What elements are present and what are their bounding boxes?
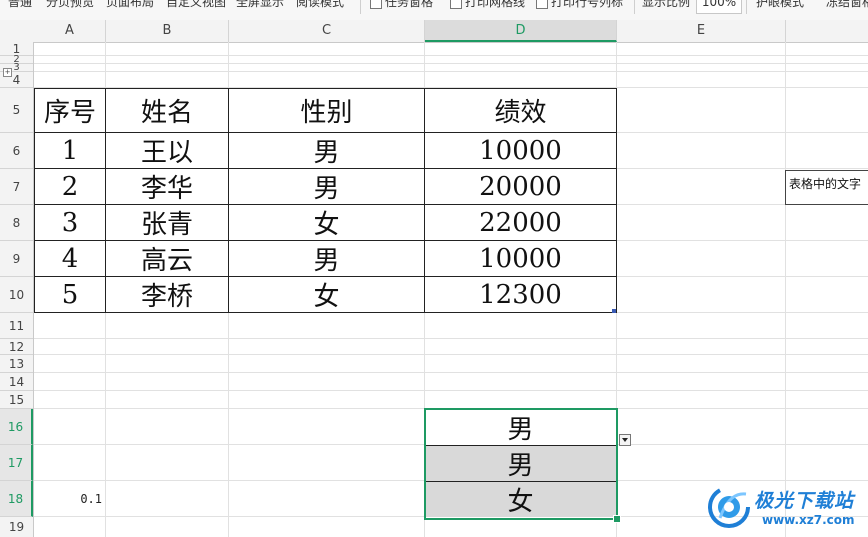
print-gridlines-label: 打印网格线 <box>465 0 526 9</box>
column-header-a[interactable]: A <box>34 20 106 42</box>
row-header-bar: 1 2 3 + 4 5 6 7 8 9 10 11 12 13 14 15 16… <box>0 42 34 537</box>
freeze-panes-button[interactable]: 冻结窗格 <box>826 0 868 10</box>
zoom-value-field[interactable]: 100% <box>696 0 742 14</box>
row-header-5[interactable]: 5 <box>0 88 33 133</box>
table-cell[interactable]: 李华 <box>105 168 229 205</box>
table-cell[interactable]: 10000 <box>424 240 617 277</box>
gridline <box>785 42 786 537</box>
task-pane-label: 任务窗格 <box>385 0 434 9</box>
table-cell[interactable]: 男 <box>228 168 425 205</box>
row-header-8[interactable]: 8 <box>0 205 33 241</box>
cell-a18[interactable]: 0.1 <box>34 492 102 506</box>
table-header-cell[interactable]: 性别 <box>228 88 425 133</box>
row-header-16[interactable]: 16 <box>0 409 33 445</box>
print-headers-label: 打印行号列标 <box>551 0 624 9</box>
checkbox-icon[interactable] <box>450 0 462 9</box>
row-header-10[interactable]: 10 <box>0 277 33 313</box>
gridline <box>34 354 868 355</box>
zoom-label: 显示比例 <box>642 0 691 9</box>
table-header-cell[interactable]: 序号 <box>34 88 106 133</box>
row-header-18[interactable]: 18 <box>0 481 33 517</box>
fullscreen-button[interactable]: 全屏显示 <box>236 0 284 10</box>
column-header-f[interactable] <box>786 20 868 42</box>
table-cell[interactable]: 4 <box>34 240 106 277</box>
gridline <box>34 372 868 373</box>
eye-care-mode-button[interactable]: 护眼模式 <box>756 0 804 10</box>
custom-view-button[interactable]: 自定义视图 <box>166 0 226 10</box>
checkbox-icon[interactable] <box>370 0 382 9</box>
range-corner-marker[interactable] <box>612 309 616 313</box>
table-header-cell[interactable]: 绩效 <box>424 88 617 133</box>
table-cell[interactable]: 10000 <box>424 132 617 169</box>
row-header-13[interactable]: 13 <box>0 355 33 373</box>
table-cell[interactable]: 张青 <box>105 204 229 241</box>
column-header-bar: A B C D E <box>0 20 868 43</box>
watermark-name: 极光下载站 <box>754 490 855 512</box>
row-header-17[interactable]: 17 <box>0 445 33 481</box>
task-pane-checkbox[interactable]: 任务窗格 <box>370 0 433 10</box>
table-header-cell[interactable]: 姓名 <box>105 88 229 133</box>
table-cell[interactable]: 20000 <box>424 168 617 205</box>
row-header-9[interactable]: 9 <box>0 241 33 277</box>
table-cell[interactable]: 1 <box>34 132 106 169</box>
table-cell[interactable]: 王以 <box>105 132 229 169</box>
table-cell[interactable]: 李桥 <box>105 276 229 313</box>
column-header-c[interactable]: C <box>229 20 425 42</box>
print-gridlines-checkbox[interactable]: 打印网格线 <box>450 0 525 10</box>
checkbox-icon[interactable] <box>536 0 548 9</box>
gridline <box>34 338 868 339</box>
watermark: 极光下载站 www.xz7.com <box>706 482 868 537</box>
print-headers-checkbox[interactable]: 打印行号列标 <box>536 0 623 10</box>
table-cell[interactable]: 22000 <box>424 204 617 241</box>
column-header-b[interactable]: B <box>106 20 229 42</box>
row-header-12[interactable]: 12 <box>0 339 33 355</box>
ribbon-view-toolbar: 普通 分页预览 页面布局 自定义视图 全屏显示 阅读模式 任务窗格 打印网格线 … <box>0 0 868 21</box>
view-page-break-button[interactable]: 分页预览 <box>46 0 94 10</box>
table-cell[interactable]: 12300 <box>424 276 617 313</box>
table-cell[interactable]: 3 <box>34 204 106 241</box>
row-header-19[interactable]: 19 <box>0 517 33 537</box>
table-cell[interactable]: 女 <box>228 276 425 313</box>
table-cell[interactable]: 男 <box>228 240 425 277</box>
view-page-layout-button[interactable]: 页面布局 <box>106 0 154 10</box>
table-cell[interactable]: 2 <box>34 168 106 205</box>
gridline <box>34 55 868 56</box>
row-header-7[interactable]: 7 <box>0 169 33 205</box>
table-cell[interactable]: 女 <box>228 204 425 241</box>
row-header-4[interactable]: 4 <box>0 72 33 88</box>
column-header-e[interactable]: E <box>617 20 786 42</box>
watermark-url: www.xz7.com <box>762 513 855 527</box>
row-header-6[interactable]: 6 <box>0 133 33 169</box>
worksheet-grid[interactable]: 序号 姓名 性别 绩效 1 王以 男 10000 2 李华 男 20000 3 … <box>34 42 868 537</box>
ribbon-separator <box>360 0 361 14</box>
dropdown-list-icon[interactable] <box>619 434 631 446</box>
row-header-11[interactable]: 11 <box>0 313 33 339</box>
gridline <box>34 71 868 72</box>
fill-handle[interactable] <box>613 515 621 523</box>
view-normal-button[interactable]: 普通 <box>8 0 32 10</box>
row-header-15[interactable]: 15 <box>0 391 33 409</box>
ribbon-separator <box>634 0 635 14</box>
reading-mode-button[interactable]: 阅读模式 <box>296 0 344 10</box>
table-cell[interactable]: 5 <box>34 276 106 313</box>
table-cell[interactable]: 男 <box>228 132 425 169</box>
column-header-d[interactable]: D <box>425 20 617 42</box>
watermark-logo-icon <box>708 486 750 528</box>
row-header-14[interactable]: 14 <box>0 373 33 391</box>
cell-comment-box[interactable]: 表格中的文字 <box>785 170 868 205</box>
gridline <box>34 63 868 64</box>
ribbon-separator <box>746 0 747 14</box>
table-cell[interactable]: 高云 <box>105 240 229 277</box>
selection-border <box>424 408 618 520</box>
gridline <box>34 390 868 391</box>
